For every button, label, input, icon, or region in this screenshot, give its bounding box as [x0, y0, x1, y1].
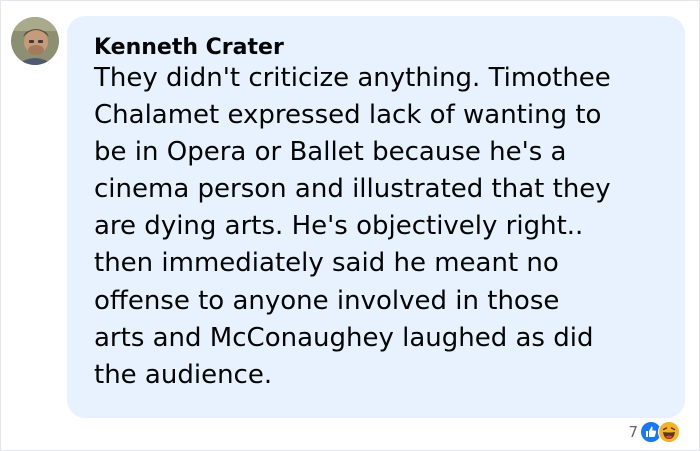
comment-text: They didn't criticize anything. Timothee…: [94, 63, 611, 390]
comment-author[interactable]: Kenneth Crater: [94, 35, 284, 61]
comment-bubble: Kenneth Crater They didn't criticize any…: [67, 16, 685, 418]
comment-card: Kenneth Crater They didn't criticize any…: [0, 0, 700, 451]
reactions-summary[interactable]: 7: [628, 421, 680, 443]
haha-icon: [658, 421, 680, 443]
reaction-count: 7: [628, 423, 638, 441]
avatar[interactable]: [11, 17, 59, 65]
